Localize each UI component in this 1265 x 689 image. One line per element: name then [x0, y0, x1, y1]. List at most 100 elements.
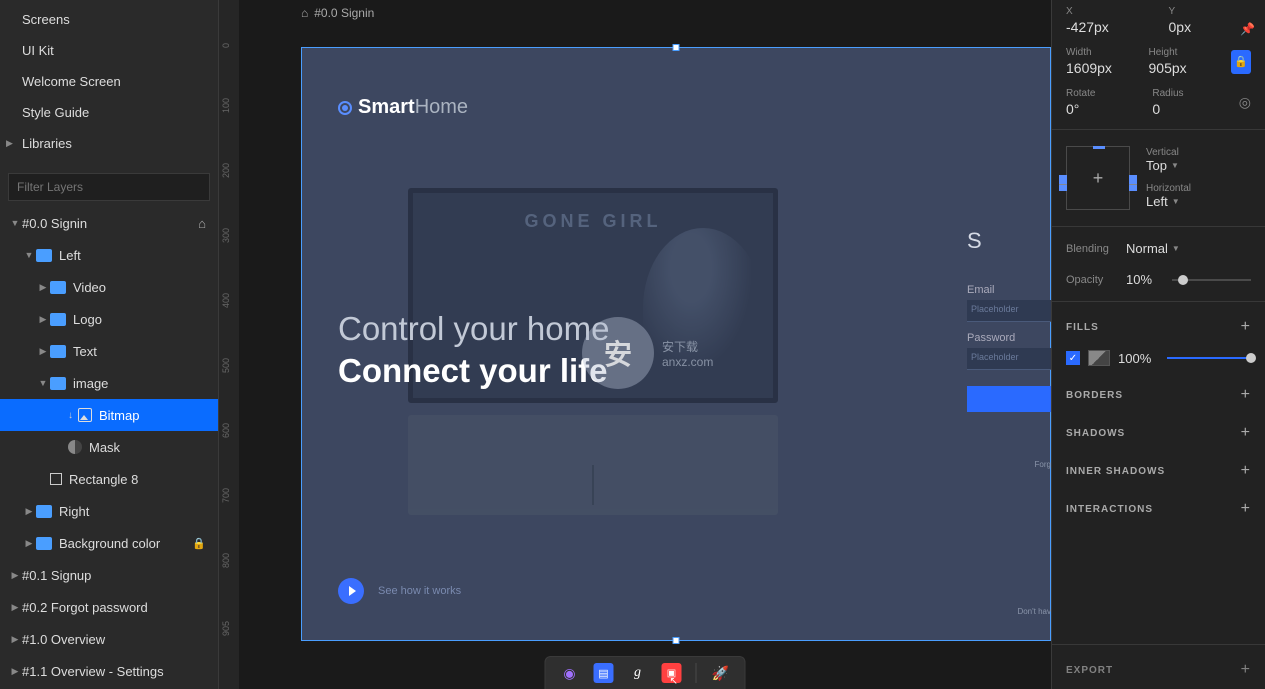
x-value[interactable]: -427px [1066, 19, 1149, 35]
nav-libraries[interactable]: ▶Libraries [0, 128, 218, 159]
layer-bitmap[interactable]: ↓Bitmap [0, 399, 218, 431]
layer-forgotpw[interactable]: ▶#0.2 Forgot password [0, 591, 218, 623]
align-left-handle: – [1059, 175, 1067, 191]
selection-handle-top[interactable] [673, 44, 680, 51]
tool-stack-icon[interactable]: ▤ [594, 663, 614, 683]
shadows-header: SHADOWS [1066, 428, 1125, 439]
password-input[interactable]: Placeholder [967, 348, 1051, 370]
breadcrumb[interactable]: ⌂ #0.0 Signin [301, 6, 374, 20]
y-label: Y [1169, 6, 1252, 17]
play-row: See how it works [338, 578, 461, 604]
pin-icon[interactable]: 📌 [1240, 22, 1255, 36]
disclosure-icon: ▼ [8, 218, 22, 228]
rectangle-icon [50, 473, 62, 485]
layer-overview[interactable]: ▶#1.0 Overview [0, 623, 218, 655]
radius-value[interactable]: 0 [1152, 101, 1218, 117]
layer-rect8[interactable]: Rectangle 8 [0, 463, 218, 495]
lock-proportions-button[interactable]: 🔒 [1231, 50, 1251, 74]
nav-styleguide[interactable]: Style Guide [0, 97, 218, 128]
vertical-value[interactable]: Top▼ [1146, 158, 1191, 173]
breadcrumb-page: #0.0 Signin [314, 6, 374, 20]
tv-stand [408, 415, 778, 515]
opacity-slider[interactable] [1172, 279, 1251, 281]
play-button[interactable] [338, 578, 364, 604]
add-fill-button[interactable]: + [1241, 318, 1251, 336]
chevron-down-icon: ▼ [1171, 161, 1179, 170]
disclosure-icon: ▶ [22, 506, 36, 517]
opacity-value[interactable]: 10% [1126, 272, 1152, 287]
noaccount-text: Don't hav [967, 607, 1051, 616]
folder-icon [50, 313, 66, 326]
nav-uikit[interactable]: UI Kit [0, 35, 218, 66]
canvas[interactable]: ⌂ #0.0 Signin SmartHome GONE GIRL Contro… [239, 0, 1051, 689]
blending-value[interactable]: Normal▼ [1126, 241, 1180, 256]
horizontal-label: Horizontal [1146, 183, 1191, 194]
target-icon[interactable]: ◎ [1239, 94, 1251, 111]
height-label: Height [1149, 47, 1212, 58]
nav-screens[interactable]: Screens [0, 4, 218, 35]
headline: Control your home Connect your life [338, 310, 609, 390]
folder-icon [36, 505, 52, 518]
layer-signup[interactable]: ▶#0.1 Signup [0, 559, 218, 591]
tool-red-icon[interactable]: ▣↖ [662, 663, 682, 683]
logo-icon [338, 101, 352, 115]
disclosure-icon: ▶ [8, 666, 22, 677]
tool-compass-icon[interactable]: ◉ [560, 663, 580, 683]
height-value[interactable]: 905px [1149, 60, 1212, 76]
nav-welcome[interactable]: Welcome Screen [0, 66, 218, 97]
ruler-vertical: 0 100 200 300 400 500 600 700 800 905 [219, 0, 239, 689]
layer-right[interactable]: ▶Right [0, 495, 218, 527]
y-value[interactable]: 0px [1169, 19, 1252, 35]
width-label: Width [1066, 47, 1129, 58]
disclosure-icon: ▶ [8, 634, 22, 645]
add-inner-shadow-button[interactable]: + [1241, 462, 1251, 480]
align-grid[interactable]: – + – [1066, 146, 1130, 210]
disclosure-icon: ▶ [36, 282, 50, 293]
folder-icon [50, 377, 66, 390]
opacity-label: Opacity [1066, 274, 1114, 286]
layer-mask[interactable]: Mask [0, 431, 218, 463]
fills-header: FILLS [1066, 322, 1099, 333]
home-icon: ⌂ [198, 216, 206, 231]
signin-button[interactable] [967, 386, 1051, 412]
layer-video[interactable]: ▶Video [0, 271, 218, 303]
email-input[interactable]: Placeholder [967, 300, 1051, 322]
fill-opacity[interactable]: 100% [1118, 351, 1151, 366]
folder-icon [36, 537, 52, 550]
selection-handle-bottom[interactable] [673, 637, 680, 644]
filter-layers-input[interactable] [8, 173, 210, 201]
tv-title: GONE GIRL [413, 211, 773, 232]
horizontal-value[interactable]: Left▼ [1146, 194, 1191, 209]
fill-slider[interactable] [1167, 357, 1251, 359]
layer-bgcolor[interactable]: ▶Background color🔒 [0, 527, 218, 559]
add-border-button[interactable]: + [1241, 386, 1251, 404]
image-icon [78, 408, 92, 422]
add-export-button[interactable]: + [1241, 661, 1251, 679]
layer-image[interactable]: ▼image [0, 367, 218, 399]
layer-left[interactable]: ▼Left [0, 239, 218, 271]
layer-overviewset[interactable]: ▶#1.1 Overview - Settings [0, 655, 218, 687]
add-interaction-button[interactable]: + [1241, 500, 1251, 518]
export-header: EXPORT [1066, 665, 1113, 676]
disclosure-icon: ▶ [8, 570, 22, 581]
chevron-right-icon: ▶ [6, 138, 13, 149]
fill-row: ✓ 100% [1052, 346, 1265, 376]
tool-rocket-icon[interactable]: 🚀 [711, 663, 731, 683]
replace-icon: ↓ [68, 410, 73, 421]
fill-checkbox[interactable]: ✓ [1066, 351, 1080, 365]
width-value[interactable]: 1609px [1066, 60, 1129, 76]
layer-logo[interactable]: ▶Logo [0, 303, 218, 335]
layer-signin[interactable]: ▼#0.0 Signin⌂ [0, 207, 218, 239]
fill-swatch[interactable] [1088, 350, 1110, 366]
vertical-label: Vertical [1146, 147, 1191, 158]
forgot-link[interactable]: Forg [967, 460, 1051, 469]
headline-line2: Connect your life [338, 352, 609, 390]
tool-g-icon[interactable]: g [628, 663, 648, 683]
layer-text[interactable]: ▶Text [0, 335, 218, 367]
artboard-signin[interactable]: SmartHome GONE GIRL Control your home Co… [301, 47, 1051, 641]
rotate-value[interactable]: 0° [1066, 101, 1132, 117]
layers-panel: Screens UI Kit Welcome Screen Style Guid… [0, 0, 219, 689]
rotate-label: Rotate [1066, 88, 1132, 99]
signin-heading: S [967, 228, 1051, 254]
add-shadow-button[interactable]: + [1241, 424, 1251, 442]
